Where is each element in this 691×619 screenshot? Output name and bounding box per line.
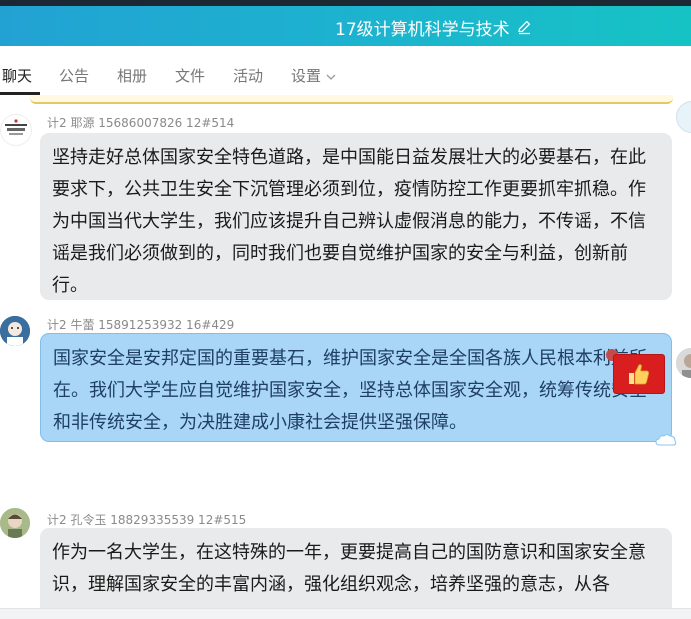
- input-area-edge: [0, 608, 691, 619]
- message-sender: 计2 孔令玉 18829335539 12#515: [47, 513, 247, 527]
- edit-icon[interactable]: [516, 19, 532, 35]
- avatar-image: [0, 508, 30, 538]
- thumbs-up-icon: [629, 364, 649, 385]
- tab-activities[interactable]: 活动: [233, 65, 263, 86]
- tab-settings[interactable]: 设置: [291, 65, 336, 86]
- tab-album[interactable]: 相册: [117, 65, 147, 86]
- avatar[interactable]: [0, 508, 30, 538]
- group-title-text: 17级计算机科学与技术: [335, 19, 510, 40]
- message-bubble: 坚持走好总体国家安全特色道路，是中国能日益发展壮大的必要基石，在此要求下，公共卫…: [40, 133, 672, 300]
- chat-feed[interactable]: 计2 耶源 15686007826 12#514 坚持走好总体国家安全特色道路，…: [0, 102, 691, 608]
- message-bubble: 作为一名大学生，在这特殊的一年，更要提高自己的国防意识和国家安全意识，理解国家安…: [40, 528, 672, 608]
- avatar-image: [5, 119, 27, 135]
- tab-announcements[interactable]: 公告: [59, 65, 89, 86]
- title-bar: 17级计算机科学与技术: [0, 6, 691, 46]
- chevron-down-icon: [326, 74, 336, 80]
- avatar[interactable]: [0, 316, 30, 346]
- message-bubble: 国家安全是安邦定国的重要基石，维护国家安全是全国各族人民根本利益所在。我们大学生…: [40, 333, 677, 446]
- thumbs-up-sticker[interactable]: [613, 354, 665, 394]
- tab-bar: 聊天 公告 相册 文件 活动 设置: [0, 46, 691, 133]
- tab-settings-label: 设置: [291, 67, 322, 85]
- avatar-image: [0, 316, 30, 346]
- tab-files[interactable]: 文件: [175, 65, 205, 86]
- avatar-image: [676, 348, 691, 378]
- cloud-icon: [655, 434, 677, 446]
- tab-chat[interactable]: 聊天: [2, 65, 32, 86]
- message-text: 国家安全是安邦定国的重要基石，维护国家安全是全国各族人民根本利益所在。我们大学生…: [53, 348, 647, 433]
- avatar[interactable]: [0, 114, 32, 146]
- message-sender: 计2 牛蕾 15891253932 16#429: [47, 318, 235, 332]
- message-sender: 计2 耶源 15686007826 12#514: [47, 116, 235, 130]
- my-avatar[interactable]: [676, 348, 691, 378]
- group-title[interactable]: 17级计算机科学与技术: [335, 16, 532, 40]
